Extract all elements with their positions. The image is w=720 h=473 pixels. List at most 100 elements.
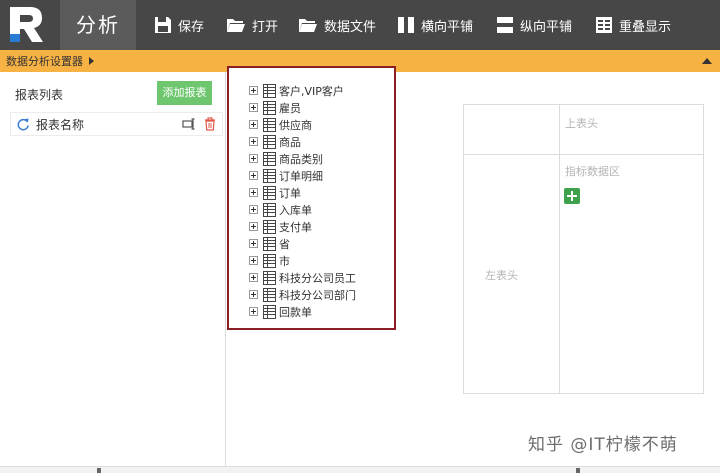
table-tree: 客户,VIP客户 雇员供应商商品商品类别订单明细订单入库单支付单省市科技分公司员工…	[249, 82, 356, 320]
tile-horizontal-icon	[398, 17, 414, 33]
open-label: 打开	[252, 19, 279, 35]
table-icon	[263, 117, 276, 132]
trash-icon[interactable]	[204, 117, 216, 131]
report-list-title: 报表列表	[15, 88, 64, 102]
tile-horizontal-label: 横向平铺	[421, 19, 474, 35]
data-file-label: 数据文件	[324, 19, 377, 35]
expand-plus-icon[interactable]	[249, 171, 258, 180]
grid-divider-vertical	[559, 105, 560, 393]
data-file-button[interactable]: 数据文件	[298, 0, 376, 50]
expand-plus-icon[interactable]	[249, 239, 258, 248]
tree-node[interactable]: 商品类别	[249, 150, 356, 167]
tree-node-label: 订单明细	[279, 169, 323, 183]
expand-plus-icon[interactable]	[249, 137, 258, 146]
overlap-display-label: 重叠显示	[619, 19, 672, 35]
tree-node[interactable]: 支付单	[249, 218, 356, 235]
tile-vertical-label: 纵向平铺	[520, 19, 573, 35]
expand-plus-icon[interactable]	[249, 307, 258, 316]
tree-node[interactable]: 入库单	[249, 201, 356, 218]
tree-node-label: 省	[279, 237, 290, 251]
tree-node-label: 供应商	[279, 118, 312, 132]
left-header-zone[interactable]: 左表头	[485, 267, 518, 283]
expand-plus-icon[interactable]	[249, 120, 258, 129]
tree-node-label: 订单	[279, 186, 301, 200]
expand-plus-icon[interactable]	[249, 205, 258, 214]
tree-node-label: 商品	[279, 135, 301, 149]
metric-data-zone[interactable]: 指标数据区	[565, 163, 620, 179]
tree-node-label: 客户,VIP客户	[279, 84, 344, 98]
toolbar: 分析 保存 打开 数据文件 横向平铺 纵向平铺 重叠显示	[0, 0, 720, 50]
grid-divider-horizontal	[464, 154, 703, 155]
tree-node[interactable]: 订单	[249, 184, 356, 201]
expand-plus-icon[interactable]	[249, 86, 258, 95]
rename-icon[interactable]	[182, 117, 196, 131]
app-logo	[0, 0, 50, 50]
add-report-button[interactable]: 添加报表	[157, 81, 212, 105]
tree-node[interactable]: 市	[249, 252, 356, 269]
expand-plus-icon[interactable]	[249, 188, 258, 197]
table-icon	[263, 304, 276, 319]
tree-node-label: 市	[279, 254, 290, 268]
table-icon	[263, 100, 276, 115]
scroll-marker	[576, 468, 580, 473]
overlap-icon	[596, 17, 612, 33]
tree-node-label: 科技分公司部门	[279, 288, 356, 302]
overlap-display-button[interactable]: 重叠显示	[595, 0, 671, 50]
report-layout-grid: 上表头 指标数据区 左表头	[463, 104, 704, 394]
tree-node-label: 科技分公司员工	[279, 271, 356, 285]
expand-plus-icon[interactable]	[249, 222, 258, 231]
add-metric-button[interactable]	[564, 188, 580, 204]
table-icon	[263, 236, 276, 251]
table-icon	[263, 219, 276, 234]
tree-node[interactable]: 客户,VIP客户	[249, 82, 356, 99]
tree-node[interactable]: 省	[249, 235, 356, 252]
save-button[interactable]: 保存	[154, 0, 204, 50]
report-list-item[interactable]: 报表名称	[10, 112, 223, 136]
table-icon	[263, 168, 276, 183]
tree-node[interactable]: 回款单	[249, 303, 356, 320]
tree-node[interactable]: 科技分公司部门	[249, 286, 356, 303]
tree-node[interactable]: 商品	[249, 133, 356, 150]
table-icon	[263, 83, 276, 98]
tree-node[interactable]: 供应商	[249, 116, 356, 133]
refresh-icon[interactable]	[17, 118, 30, 131]
tree-node-label: 支付单	[279, 220, 312, 234]
tree-node-label: 入库单	[279, 203, 312, 217]
tree-node[interactable]: 订单明细	[249, 167, 356, 184]
open-button[interactable]: 打开	[226, 0, 278, 50]
expand-plus-icon[interactable]	[249, 256, 258, 265]
table-icon	[263, 287, 276, 302]
expand-plus-icon[interactable]	[249, 290, 258, 299]
expand-plus-icon[interactable]	[249, 103, 258, 112]
tree-node[interactable]: 雇员	[249, 99, 356, 116]
table-icon	[263, 185, 276, 200]
table-icon	[263, 270, 276, 285]
folder-icon	[299, 19, 317, 32]
watermark: 知乎 @IT柠檬不萌	[528, 435, 678, 455]
caret-right-icon[interactable]	[89, 57, 94, 65]
report-list-panel: 报表列表 添加报表 报表名称	[0, 72, 226, 473]
collapse-up-icon[interactable]	[702, 58, 712, 64]
save-label: 保存	[178, 19, 205, 35]
top-header-zone[interactable]: 上表头	[565, 115, 598, 131]
tile-horizontal-button[interactable]: 横向平铺	[397, 0, 473, 50]
scroll-marker	[97, 468, 101, 473]
horizontal-scrollbar[interactable]	[0, 466, 720, 473]
save-icon	[155, 17, 171, 33]
table-icon	[263, 202, 276, 217]
folder-icon	[227, 19, 245, 32]
expand-plus-icon[interactable]	[249, 273, 258, 282]
table-icon	[263, 134, 276, 149]
tree-node[interactable]: 科技分公司员工	[249, 269, 356, 286]
tree-node-label: 回款单	[279, 305, 312, 319]
tile-vertical-icon	[497, 17, 513, 33]
analysis-settings-label: 数据分析设置器	[6, 55, 83, 68]
tree-node-label: 雇员	[279, 101, 301, 115]
tile-vertical-button[interactable]: 纵向平铺	[496, 0, 572, 50]
table-tree-panel: 客户,VIP客户 雇员供应商商品商品类别订单明细订单入库单支付单省市科技分公司员工…	[227, 66, 396, 330]
app-title: 分析	[60, 0, 136, 50]
tree-node-label: 商品类别	[279, 152, 323, 166]
table-icon	[263, 253, 276, 268]
expand-plus-icon[interactable]	[249, 154, 258, 163]
report-name: 报表名称	[36, 117, 85, 132]
